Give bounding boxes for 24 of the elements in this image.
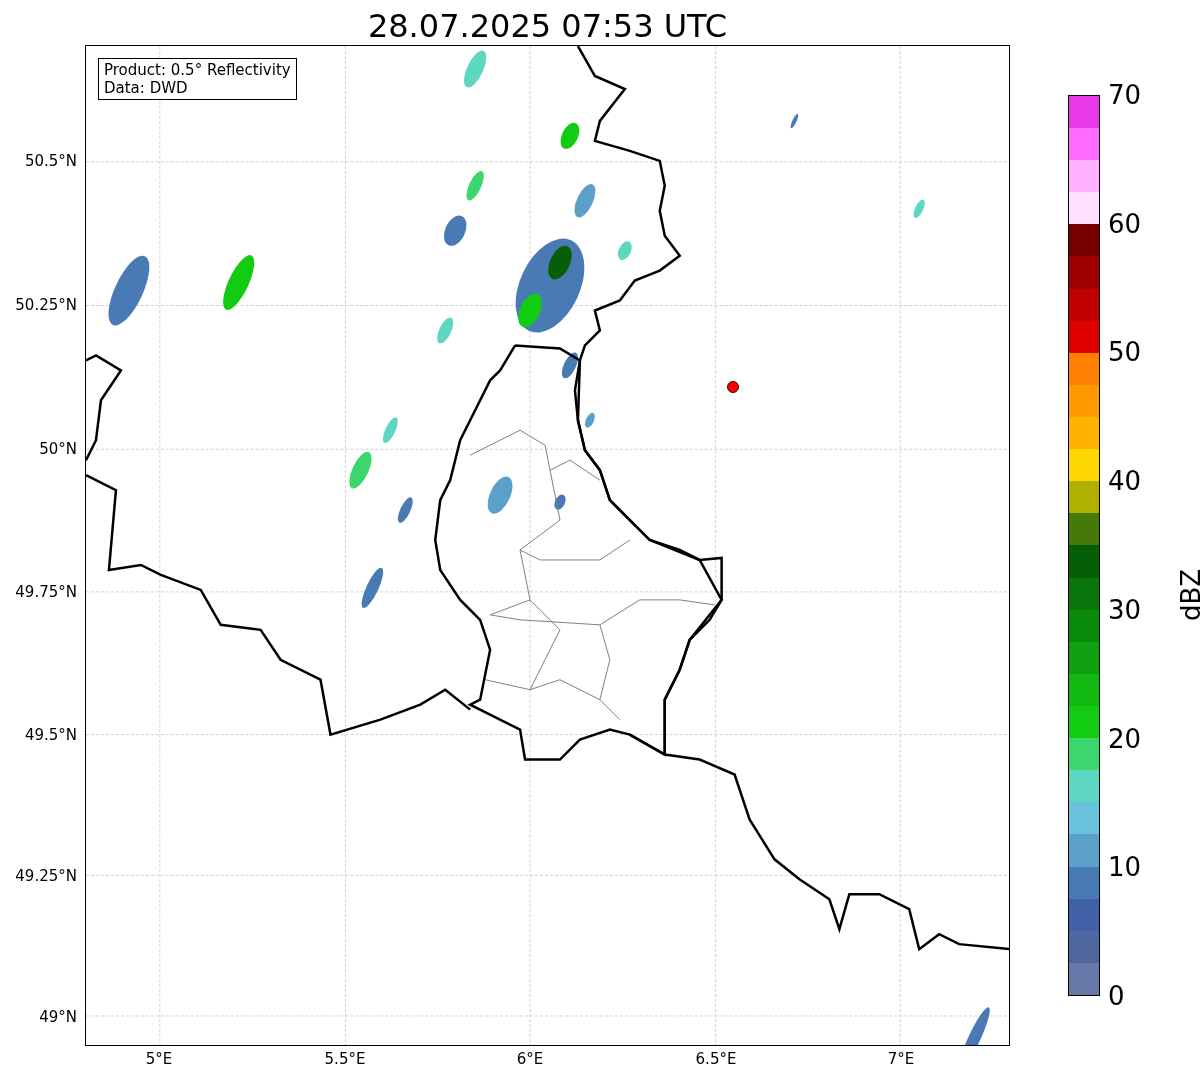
colorbar-tick-label: 70 [1108,82,1142,108]
longitude-label: 5°E [145,1050,173,1068]
longitude-label: 6.5°E [695,1050,737,1068]
legend-text: Data: DWD [104,79,189,97]
latitude-label: 50.25°N [15,296,77,314]
longitude-label: 7°E [887,1050,915,1068]
colorbar-tick-label: 60 [1108,210,1142,237]
longitude-label: 6°E [516,1050,544,1068]
latitude-label: 49.5°N [24,726,77,744]
latitude-label: 50°N [39,440,77,458]
colorbar-tick-label: 50 [1108,339,1142,366]
colorbar-tick-label: 10 [1108,854,1142,881]
colorbar-tick-label: 20 [1108,725,1142,752]
colorbar-tick-label: 30 [1108,596,1142,623]
latitude-label: 50.5°N [24,152,77,170]
colorbar-tick-label: 40 [1108,468,1142,495]
latitude-label: 49.75°N [15,583,77,601]
latitude-label: 49.25°N [15,867,77,885]
latitude-label: 49°N [39,1008,77,1026]
chart-title: 28.07.2025 07:53 UTC [366,6,729,45]
legend-text: Product: 0.5° Reflectivity [104,61,291,79]
colorbar-label: dBZ [1176,568,1202,622]
longitude-label: 5.5°E [324,1050,366,1068]
colorbar-tick-label: 0 [1108,983,1125,1009]
